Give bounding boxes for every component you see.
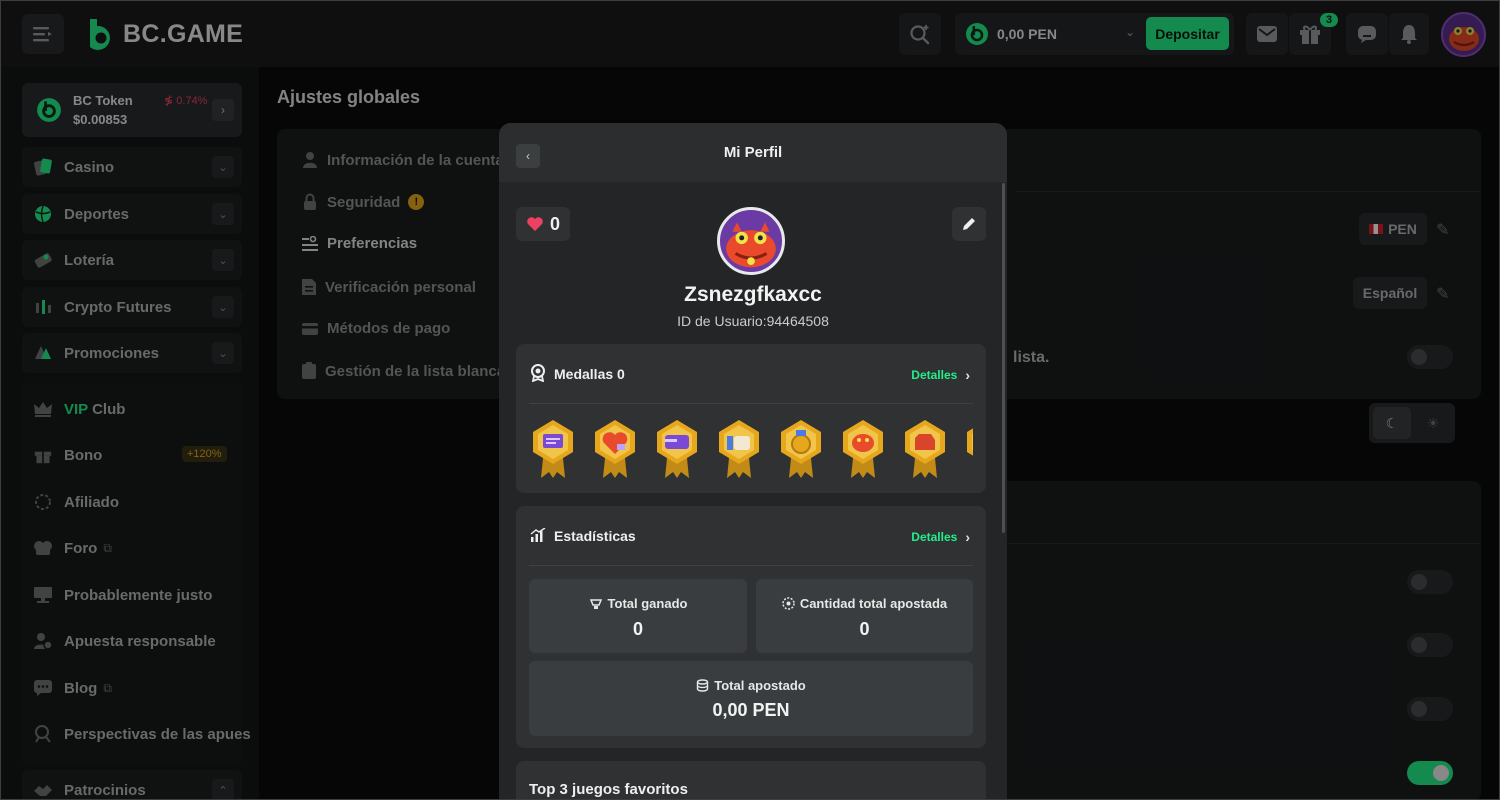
stat-label: Cantidad total apostada xyxy=(799,596,948,611)
stat-label: Total ganado xyxy=(607,596,688,611)
profile-avatar xyxy=(717,207,785,275)
modal-header: ‹ Mi Perfil xyxy=(499,123,1007,182)
medal-partial-icon xyxy=(967,428,973,456)
coins-icon xyxy=(697,679,709,692)
medal-coin-icon xyxy=(781,420,821,478)
divider xyxy=(529,403,973,404)
chevron-right-icon: › xyxy=(965,367,970,383)
medal-thumb-icon xyxy=(719,420,759,478)
edit-profile-button[interactable] xyxy=(952,207,986,241)
statistics-details-link[interactable]: Detalles › xyxy=(911,529,970,545)
medals-title: Medallas 0 xyxy=(554,366,625,382)
trophy-icon xyxy=(589,598,602,609)
stat-total-wager-count: Cantidad total apostada 0 xyxy=(756,579,973,653)
divider xyxy=(529,565,973,566)
medal-dragon-icon xyxy=(843,420,883,478)
medals-panel: Medallas 0 Detalles › xyxy=(516,344,986,493)
stat-value: 0 xyxy=(632,619,643,639)
medal-chat-icon xyxy=(533,420,573,478)
details-label: Detalles xyxy=(911,368,958,382)
likes-button[interactable]: 0 xyxy=(516,207,570,241)
statistics-title: Estadísticas xyxy=(554,528,636,544)
stat-label: Total apostado xyxy=(714,678,806,693)
profile-modal: ‹ Mi Perfil 0 Zsnezgfkaxcc ID de Usuario… xyxy=(499,123,1007,799)
medal-heart-icon xyxy=(595,420,635,478)
bar-chart-icon xyxy=(530,528,546,542)
medal-card-icon xyxy=(657,420,697,478)
medal-icon xyxy=(531,364,545,382)
stat-total-won: Total ganado 0 xyxy=(529,579,747,653)
chevron-right-icon: › xyxy=(965,529,970,545)
dragon-avatar-icon xyxy=(726,222,776,268)
favorites-title: Top 3 juegos favoritos xyxy=(529,781,688,798)
favorite-games-panel: Top 3 juegos favoritos xyxy=(516,761,986,799)
app-window: BC.GAME 0,00 PEN ⌄ Depositar 3 BC Token … xyxy=(0,0,1500,800)
modal-title: Mi Perfil xyxy=(723,144,783,161)
username: Zsnezgfkaxcc xyxy=(684,283,822,306)
modal-scrollbar[interactable] xyxy=(1002,183,1005,533)
stat-total-wagered: Total apostado 0,00 PEN xyxy=(529,661,973,736)
medal-list[interactable] xyxy=(529,418,973,480)
stat-value: 0,00 PEN xyxy=(712,700,790,720)
heart-icon xyxy=(527,217,543,231)
statistics-panel: Estadísticas Detalles › Total ganado 0 C… xyxy=(516,506,986,748)
pencil-icon xyxy=(963,218,975,230)
medals-details-link[interactable]: Detalles › xyxy=(911,367,970,383)
likes-count: 0 xyxy=(549,213,560,234)
medal-hand-icon xyxy=(905,420,945,478)
details-label: Detalles xyxy=(911,530,958,544)
chip-icon xyxy=(782,597,795,610)
stat-value: 0 xyxy=(859,619,870,639)
user-id: ID de Usuario:94464508 xyxy=(677,313,829,329)
